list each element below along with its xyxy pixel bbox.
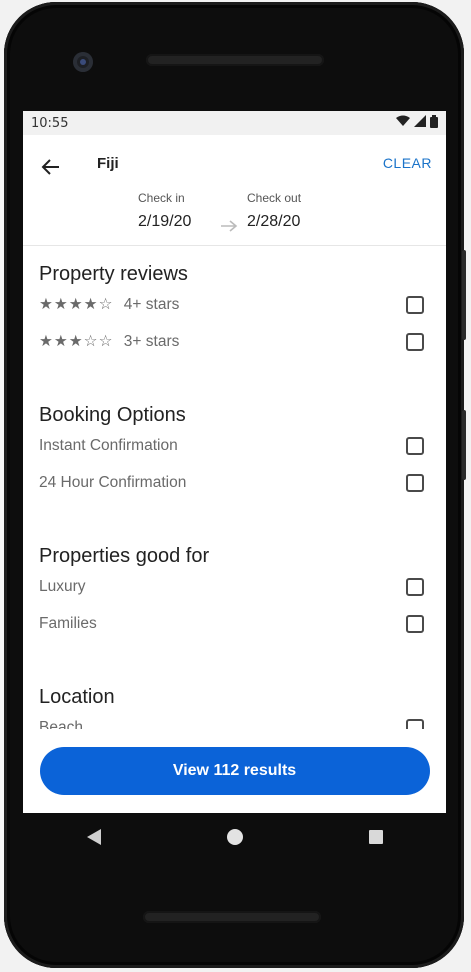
option-label: Instant Confirmation: [39, 436, 178, 454]
filters-list[interactable]: Property reviews ★★★★☆ 4+ stars ★★★☆☆ 3+…: [23, 245, 446, 729]
status-bar: 10:55: [23, 111, 446, 135]
volume-button: [462, 410, 466, 480]
option-label: Families: [39, 614, 97, 632]
checkbox[interactable]: [406, 614, 424, 633]
back-button[interactable]: [37, 155, 65, 183]
checkbox[interactable]: [406, 295, 424, 314]
section-property-reviews: Property reviews ★★★★☆ 4+ stars ★★★☆☆ 3+…: [39, 253, 430, 360]
section-location: Location Beach: [39, 676, 430, 729]
filter-option-4-stars[interactable]: ★★★★☆ 4+ stars: [39, 286, 430, 323]
check-in-label: Check in: [138, 191, 185, 205]
clear-button[interactable]: CLEAR: [383, 155, 432, 171]
stars-icon: ★★★★☆: [39, 296, 114, 313]
bottom-speaker: [143, 911, 321, 923]
section-title: Property reviews: [39, 263, 188, 285]
top-speaker: [146, 54, 324, 66]
back-nav-button[interactable]: [79, 824, 109, 854]
square-recents-icon: [368, 829, 384, 849]
status-icons: [396, 114, 438, 132]
option-label: 3+ stars: [123, 333, 180, 350]
recents-nav-button[interactable]: [361, 824, 391, 854]
filter-option-luxury[interactable]: Luxury: [39, 568, 430, 605]
arrow-left-icon: [41, 157, 61, 181]
check-in[interactable]: Check in 2/19/20: [138, 191, 191, 231]
android-nav-bar: [23, 813, 446, 865]
app-header: Fiji CLEAR Check in 2/19/20 Check out 2/…: [23, 135, 446, 246]
stars-icon: ★★★☆☆: [39, 333, 114, 350]
filter-option-24-hour-confirmation[interactable]: 24 Hour Confirmation: [39, 464, 430, 501]
checkbox[interactable]: [406, 577, 424, 596]
page-title: Fiji: [97, 155, 119, 172]
check-out-label: Check out: [247, 191, 302, 205]
section-booking-options: Booking Options Instant Confirmation 24 …: [39, 394, 430, 501]
section-title: Booking Options: [39, 404, 186, 426]
check-in-value: 2/19/20: [138, 213, 192, 230]
checkbox[interactable]: [406, 332, 424, 351]
power-button: [462, 250, 466, 340]
section-title: Properties good for: [39, 545, 210, 567]
section-properties-good-for: Properties good for Luxury Families: [39, 535, 430, 642]
home-nav-button[interactable]: [220, 824, 250, 854]
filter-option-beach[interactable]: Beach: [39, 709, 430, 729]
arrow-right-icon: [220, 219, 238, 238]
triangle-back-icon: [86, 828, 102, 850]
status-time: 10:55: [31, 115, 69, 131]
signal-icon: [414, 115, 426, 131]
date-range[interactable]: Check in 2/19/20 Check out 2/28/20: [138, 191, 358, 241]
circle-home-icon: [226, 828, 244, 850]
bottom-bar: View 112 results: [23, 729, 446, 813]
check-out[interactable]: Check out 2/28/20: [247, 191, 301, 231]
battery-icon: [430, 114, 438, 132]
view-results-button[interactable]: View 112 results: [39, 747, 430, 795]
wifi-icon: [396, 115, 410, 131]
check-out-value: 2/28/20: [247, 213, 301, 230]
app-screen: 10:55 Fiji CLEAR Check in 2/19/20 Check …: [23, 111, 446, 813]
option-label: Beach: [39, 718, 83, 730]
front-camera: [73, 52, 93, 72]
checkbox[interactable]: [406, 718, 424, 729]
option-label: Luxury: [39, 577, 86, 595]
section-title: Location: [39, 686, 115, 708]
filter-option-instant-confirmation[interactable]: Instant Confirmation: [39, 427, 430, 464]
filter-option-3-stars[interactable]: ★★★☆☆ 3+ stars: [39, 323, 430, 360]
option-label: 24 Hour Confirmation: [39, 473, 187, 491]
filter-option-families[interactable]: Families: [39, 605, 430, 642]
checkbox[interactable]: [406, 473, 424, 492]
option-label: 4+ stars: [123, 296, 180, 313]
checkbox[interactable]: [406, 436, 424, 455]
